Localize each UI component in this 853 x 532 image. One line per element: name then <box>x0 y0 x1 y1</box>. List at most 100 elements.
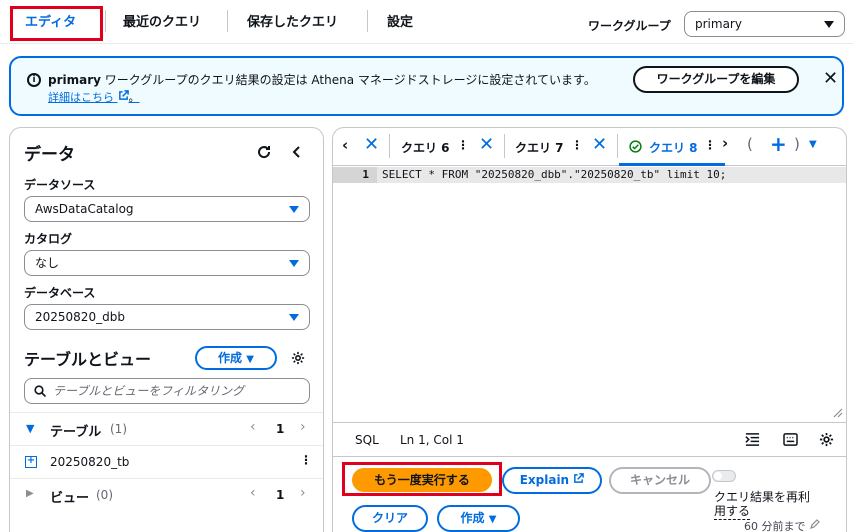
database-label: データベース <box>24 286 96 300</box>
caret-down-icon <box>289 314 299 321</box>
chevron-left-icon[interactable]: ‹ <box>250 485 256 501</box>
workgroup-select[interactable]: primary <box>684 11 845 37</box>
expand-plus-icon[interactable]: + <box>25 456 37 468</box>
tab-bracket-open: ( <box>747 135 753 153</box>
table-name: 20250820_tb <box>50 455 130 469</box>
tab-divider <box>227 10 228 32</box>
format-query-icon[interactable] <box>745 432 760 447</box>
clear-button[interactable]: クリア <box>352 505 428 532</box>
database-value: 20250820_dbb <box>35 310 125 324</box>
banner-workgroup-name: primary <box>48 73 101 87</box>
scroll-tabs-right-icon[interactable]: › <box>722 134 728 152</box>
chevron-left-icon[interactable]: ‹ <box>250 419 256 435</box>
scroll-tabs-left-icon[interactable]: ‹ <box>342 136 348 154</box>
query-editor-panel: ‹ ✕ クエリ 6 ⋮ ✕ クエリ 7 ⋮ ✕ クエリ 8 ⋮ › ( + ) … <box>332 127 847 457</box>
gear-icon[interactable] <box>291 351 305 365</box>
data-source-value: AwsDataCatalog <box>35 202 134 216</box>
resize-handle-icon[interactable] <box>833 408 843 418</box>
tables-page-number: 1 <box>276 422 285 436</box>
refresh-icon[interactable] <box>256 144 272 160</box>
data-panel-title: データ <box>24 145 75 165</box>
collapse-panel-icon[interactable] <box>290 144 304 160</box>
tab-divider <box>617 134 618 158</box>
create-table-button[interactable]: 作成 ▼ <box>195 346 277 370</box>
database-select[interactable]: 20250820_dbb <box>24 304 310 330</box>
info-banner: i primary ワークグループのクエリ結果の設定は Athena マネージド… <box>9 56 844 116</box>
chevron-right-icon[interactable]: › <box>300 485 306 501</box>
caret-down-icon <box>289 260 299 267</box>
banner-text: ワークグループのクエリ結果の設定は Athena マネージドストレージに設定され… <box>100 73 596 87</box>
edit-workgroup-button[interactable]: ワークグループを編集 <box>633 66 799 93</box>
keyboard-icon[interactable] <box>783 433 798 446</box>
caret-down-icon: ▼ <box>246 354 254 365</box>
views-count: (0) <box>96 488 113 502</box>
close-tab-icon[interactable]: ✕ <box>592 134 607 155</box>
banner-message: primary ワークグループのクエリ結果の設定は Athena マネージドスト… <box>48 71 596 88</box>
create-button-label: 作成 <box>218 351 243 365</box>
close-icon[interactable]: ✕ <box>823 68 838 89</box>
tab-divider <box>389 134 390 158</box>
create-label: 作成 <box>460 511 485 525</box>
workgroup-label: ワークグループ <box>588 19 671 33</box>
query-tab-7[interactable]: クエリ 7 <box>515 139 564 156</box>
tables-label: テーブル <box>50 425 102 440</box>
more-options-icon[interactable]: ⋮ <box>300 453 312 467</box>
catalog-value: なし <box>35 256 60 270</box>
catalog-label: カタログ <box>24 232 73 246</box>
query-tabs: ‹ ✕ クエリ 6 ⋮ ✕ クエリ 7 ⋮ ✕ クエリ 8 ⋮ › ( + ) … <box>333 128 846 166</box>
close-tab-icon[interactable]: ✕ <box>479 134 494 155</box>
explain-label: Explain <box>519 473 570 487</box>
external-link-icon <box>118 90 129 100</box>
learn-more-link[interactable]: 詳細はこちら 。 <box>48 89 140 105</box>
tab-menu-icon[interactable]: ⋮ <box>457 138 469 152</box>
views-page-number: 1 <box>276 488 285 502</box>
tabs-menu-caret-icon[interactable]: ▼ <box>809 139 817 150</box>
close-tab-icon[interactable]: ✕ <box>364 134 379 155</box>
language-label: SQL <box>355 433 379 447</box>
caret-down-icon: ▼ <box>488 514 497 525</box>
tab-saved-queries[interactable]: 保存したクエリ <box>247 11 338 30</box>
query-tab-6[interactable]: クエリ 6 <box>401 139 450 156</box>
tab-recent-queries[interactable]: 最近のクエリ <box>123 11 201 30</box>
tab-menu-icon[interactable]: ⋮ <box>704 138 716 152</box>
query-tab-8[interactable]: クエリ 8 <box>649 139 698 156</box>
info-icon: i <box>27 73 41 87</box>
views-section-header[interactable]: ▶ ビュー (0) ‹ 1 › <box>10 478 323 511</box>
data-source-select[interactable]: AwsDataCatalog <box>24 196 310 222</box>
editor-status-bar: SQL Ln 1, Col 1 <box>333 422 846 456</box>
caret-down-icon <box>289 206 299 213</box>
tables-section-header[interactable]: ▼ テーブル (1) ‹ 1 › <box>10 412 323 445</box>
table-filter-input[interactable]: テーブルとビューをフィルタリング <box>24 378 310 404</box>
active-query-tab-indicator <box>619 163 725 166</box>
explain-button[interactable]: Explain <box>502 467 602 494</box>
cancel-button[interactable]: キャンセル <box>609 467 711 494</box>
search-icon <box>34 385 46 397</box>
external-link-icon <box>574 473 585 483</box>
reuse-results-toggle[interactable] <box>712 470 736 482</box>
chevron-right-icon[interactable]: › <box>300 419 306 435</box>
tab-divider <box>105 10 106 32</box>
caret-right-icon: ▶ <box>26 488 34 499</box>
highlight-box-editor-tab <box>10 6 103 41</box>
tables-views-title: テーブルとビュー <box>24 350 152 369</box>
edit-pencil-icon[interactable] <box>809 518 821 530</box>
tab-divider <box>367 10 368 32</box>
catalog-select[interactable]: なし <box>24 250 310 276</box>
line-number: 1 <box>333 167 377 183</box>
settings-gear-icon[interactable] <box>819 432 834 447</box>
highlight-box-run-button <box>342 462 502 496</box>
sql-code[interactable]: SELECT * FROM "20250820_dbb"."20250820_t… <box>382 167 726 183</box>
table-item[interactable]: + 20250820_tb ⋮ <box>10 445 323 478</box>
workgroup-select-value: primary <box>695 17 742 31</box>
learn-more-label: 詳細はこちら <box>48 91 114 104</box>
caret-down-icon: ▼ <box>26 422 35 435</box>
add-tab-icon[interactable]: + <box>770 132 787 156</box>
link-punct: 。 <box>128 91 140 104</box>
tab-bracket-close: ) <box>794 135 800 153</box>
reuse-age-value: 60 分前まで <box>744 520 806 532</box>
create-button[interactable]: 作成 ▼ <box>437 505 520 532</box>
caret-down-icon <box>824 21 834 28</box>
tab-settings[interactable]: 設定 <box>387 11 413 30</box>
cursor-position: Ln 1, Col 1 <box>400 433 464 447</box>
tab-menu-icon[interactable]: ⋮ <box>571 138 583 152</box>
